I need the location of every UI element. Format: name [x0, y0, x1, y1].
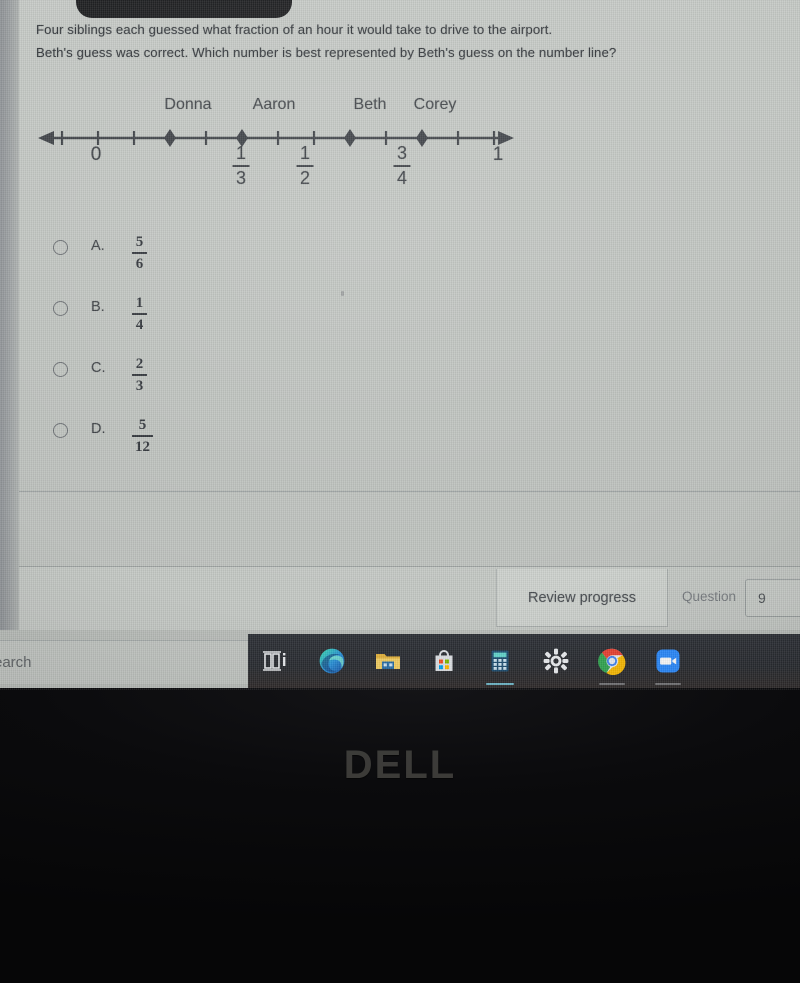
number-line-axis-label: 1 — [493, 144, 504, 166]
answer-choice-value: 5 12 — [132, 417, 153, 456]
fraction-bar — [296, 165, 314, 167]
answer-choice-c[interactable]: C. 2 3 — [36, 354, 296, 415]
screen-left-edge-shadow — [0, 0, 19, 630]
fraction-numerator: 1 — [299, 143, 310, 163]
answer-choice-value: 23 — [132, 356, 147, 395]
taskbar-running-indicator — [318, 683, 346, 685]
number-line-axis-label: 34 — [393, 143, 411, 189]
windows-search-box[interactable]: earch — [0, 640, 248, 684]
fraction-denominator: 12 — [135, 438, 150, 455]
radio-button-icon[interactable] — [53, 423, 68, 438]
fraction-numerator: 1 — [235, 143, 246, 163]
answer-choice-a[interactable]: A. 5 6 — [36, 232, 296, 293]
laptop-bezel: DELL — [0, 688, 800, 983]
axis-label-whole: 0 — [90, 144, 102, 165]
answer-choice-letter: B. — [91, 299, 105, 315]
fraction-denominator: 4 — [135, 316, 144, 333]
question-text-line-1: Four siblings each guessed what fraction… — [36, 22, 553, 37]
number-line-value-labels: 01312341 — [36, 144, 536, 214]
exam-footer-bar: Review progress Question 9 — [0, 567, 800, 630]
answer-choice-letter: C. — [91, 360, 106, 376]
fraction-bar — [132, 435, 153, 437]
answer-choice-value: 56 — [132, 234, 147, 273]
answer-choice-letter: D. — [91, 421, 106, 437]
radio-button-icon[interactable] — [53, 362, 68, 377]
number-line-name-donna: Donna — [164, 96, 212, 113]
fraction-denominator: 4 — [396, 168, 407, 188]
fraction-bar — [132, 252, 147, 254]
number-line-axis-label: 12 — [296, 143, 314, 189]
taskbar-running-indicator — [655, 683, 681, 685]
answer-choice-letter: A. — [91, 238, 105, 254]
axis-label-fraction: 13 — [232, 143, 250, 188]
taskbar-google-chrome-icon[interactable] — [584, 634, 640, 688]
taskbar-running-indicator — [542, 683, 570, 685]
number-line-name-labels: Donna Aaron Beth Corey — [36, 96, 536, 120]
laptop-screen: Four siblings each guessed what fraction… — [0, 0, 800, 690]
fraction-denominator: 3 — [235, 168, 246, 188]
app-header-chip — [76, 0, 292, 18]
taskbar-running-indicator — [262, 683, 290, 685]
taskbar-calculator-icon[interactable] — [472, 634, 528, 688]
question-number-input[interactable]: 9 — [745, 579, 800, 617]
taskbar-microsoft-store-icon[interactable] — [416, 634, 472, 688]
taskbar-running-indicator — [374, 683, 402, 685]
number-line-name-corey: Corey — [413, 96, 457, 113]
review-progress-button[interactable]: Review progress — [496, 569, 668, 627]
taskbar-task-view-icon[interactable] — [248, 634, 304, 688]
answer-choice-list: A. 5 6 B. 1 4 C. 2 3 D. 5 12 — [36, 232, 296, 476]
axis-label-whole: 1 — [492, 144, 504, 165]
answer-fraction: 14 — [132, 295, 147, 333]
taskbar-settings-gear-icon[interactable] — [528, 634, 584, 688]
fraction-bar — [393, 165, 411, 167]
question-text-line-2: Beth's guess was correct. Which number i… — [36, 45, 617, 60]
number-line-axis-label: 13 — [232, 143, 250, 189]
windows-taskbar — [248, 634, 800, 688]
radio-button-icon[interactable] — [53, 240, 68, 255]
answer-fraction: 56 — [132, 234, 147, 272]
taskbar-running-indicator — [430, 683, 458, 685]
answer-fraction: 23 — [132, 356, 147, 394]
question-card: Four siblings each guessed what fraction… — [18, 0, 800, 492]
fraction-denominator: 6 — [135, 255, 144, 272]
taskbar-microsoft-edge-icon[interactable] — [304, 634, 360, 688]
radio-button-icon[interactable] — [53, 301, 68, 316]
dell-logo: DELL — [343, 743, 457, 787]
laptop-photo: Four siblings each guessed what fraction… — [0, 0, 800, 983]
fraction-bar — [132, 374, 147, 376]
fraction-numerator: 3 — [396, 143, 407, 163]
taskbar-zoom-icon[interactable] — [640, 634, 696, 688]
answer-choice-value: 14 — [132, 295, 147, 334]
fraction-numerator: 5 — [135, 234, 144, 250]
answer-choice-b[interactable]: B. 1 4 — [36, 293, 296, 354]
axis-label-fraction: 34 — [393, 143, 411, 188]
number-line-name-aaron: Aaron — [252, 96, 296, 113]
fraction-numerator: 1 — [135, 295, 144, 311]
taskbar-running-indicator — [599, 683, 625, 685]
taskbar-file-explorer-icon[interactable] — [360, 634, 416, 688]
taskbar-running-indicator — [486, 683, 514, 685]
number-line-figure: Donna Aaron Beth Corey 01312341 — [36, 96, 536, 216]
question-number-label: Question — [682, 589, 737, 604]
fraction-numerator: 2 — [135, 356, 144, 372]
number-line-name-beth: Beth — [353, 96, 387, 113]
fraction-denominator: 2 — [299, 168, 310, 188]
fraction-numerator: 5 — [138, 417, 147, 433]
fraction-bar — [132, 313, 147, 315]
fraction-denominator: 3 — [135, 377, 144, 394]
answer-fraction: 5 12 — [132, 417, 153, 455]
axis-label-fraction: 12 — [296, 143, 314, 188]
number-line-axis-label: 0 — [91, 144, 102, 166]
screen-speck — [341, 291, 344, 296]
fraction-bar — [232, 165, 250, 167]
answer-choice-d[interactable]: D. 5 12 — [36, 415, 296, 476]
